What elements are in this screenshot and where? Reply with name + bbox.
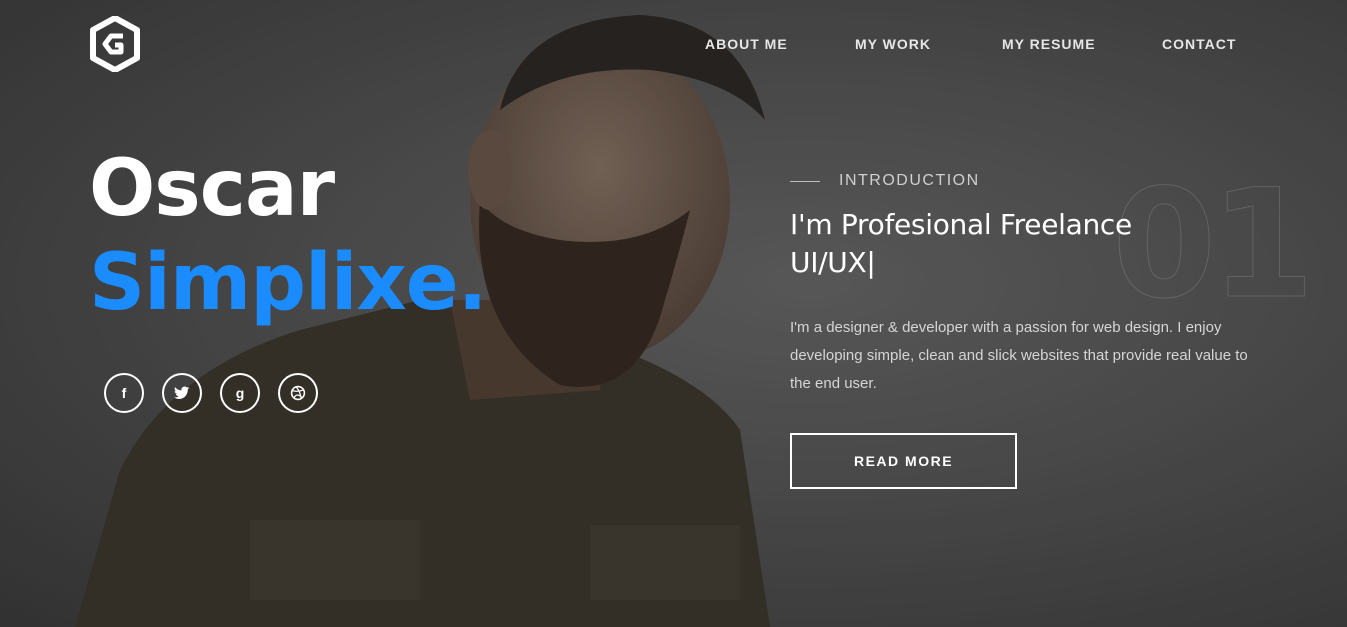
hero-last-name: Simplixe. [89, 238, 487, 328]
nav-item-contact[interactable]: CONTACT [1162, 36, 1236, 52]
google-icon[interactable]: g [220, 373, 260, 413]
twitter-bird-icon [174, 386, 190, 399]
nav-item-about-me[interactable]: ABOUT ME [705, 36, 788, 52]
intro-divider-line [790, 181, 820, 182]
facebook-glyph: f [121, 385, 127, 401]
intro-label: INTRODUCTION [839, 172, 980, 189]
hero-first-name: Oscar [89, 144, 335, 234]
intro-headline: I'm Profesional Freelance UI/UX| [790, 208, 1132, 279]
dribbble-ball-icon [290, 385, 306, 401]
main-nav: ABOUT ME MY WORK MY RESUME CONTACT [0, 36, 1347, 56]
twitter-icon[interactable] [162, 373, 202, 413]
facebook-icon[interactable]: f [104, 373, 144, 413]
dribbble-icon[interactable] [278, 373, 318, 413]
intro-description: I'm a designer & developer with a passio… [790, 319, 1248, 392]
nav-item-my-resume[interactable]: MY RESUME [1002, 36, 1096, 52]
read-more-button[interactable]: READ MORE [790, 433, 1017, 489]
nav-item-my-work[interactable]: MY WORK [855, 36, 931, 52]
google-glyph: g [235, 385, 245, 401]
